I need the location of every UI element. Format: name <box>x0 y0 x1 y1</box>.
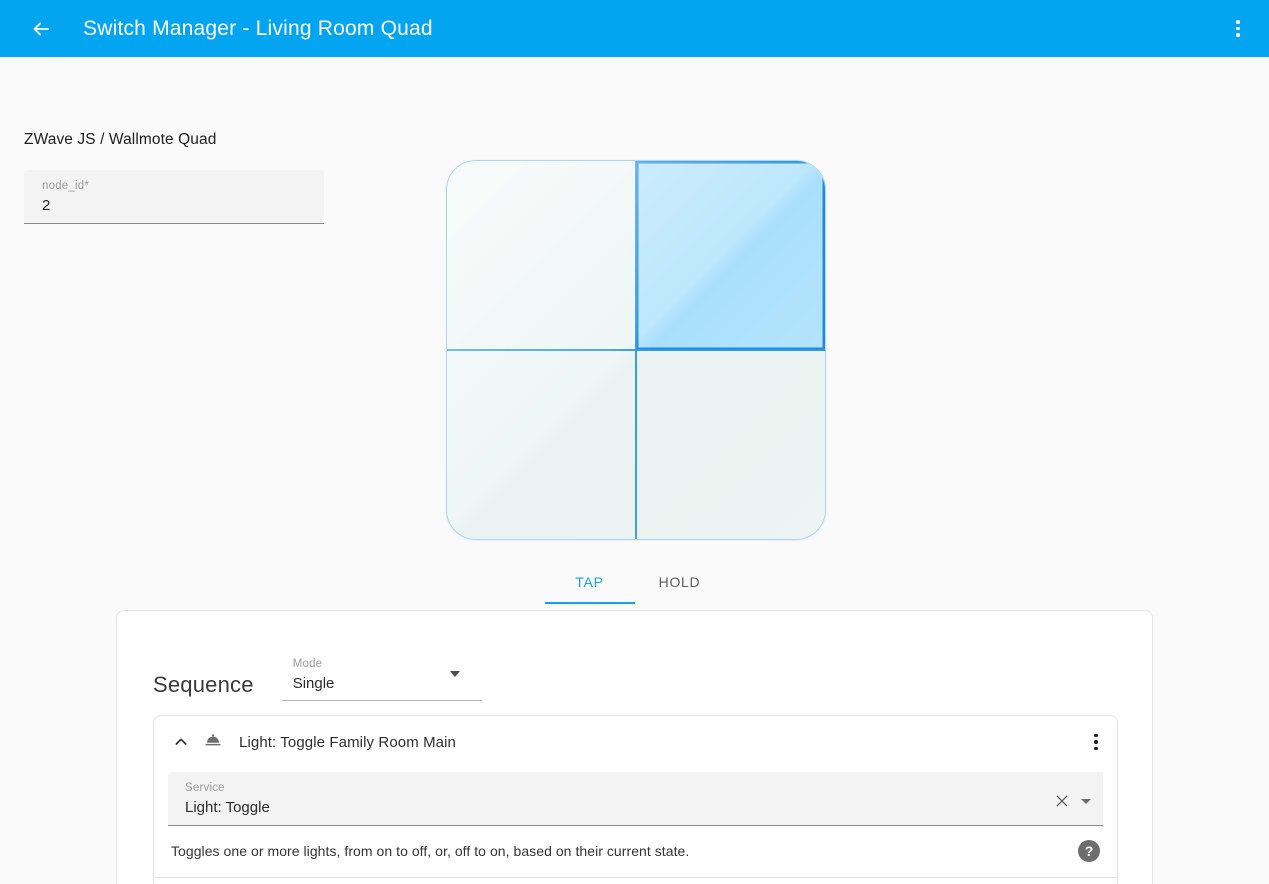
switch-body <box>446 160 826 540</box>
tab-hold[interactable]: HOLD <box>635 562 725 603</box>
node-id-label: node_id* <box>42 180 90 192</box>
action-card: Light: Toggle Family Room Main Service L… <box>153 715 1118 884</box>
mode-label: Mode <box>292 658 323 670</box>
tab-bar: TAP HOLD <box>0 562 1269 608</box>
back-arrow-icon[interactable] <box>26 14 56 44</box>
mode-select[interactable]: Mode Single <box>281 657 482 701</box>
switch-button-3[interactable] <box>447 350 636 539</box>
wallmote-quad-preview <box>446 160 826 540</box>
help-circle-icon[interactable]: ? <box>1078 840 1100 862</box>
sequence-card: Sequence Mode Single Light: Toggle Famil… <box>116 610 1153 884</box>
chevron-down-icon[interactable] <box>1081 798 1091 804</box>
targets-row: Targets Family Room Main <box>154 878 1117 884</box>
service-field[interactable]: Service Light: Toggle <box>168 772 1103 826</box>
room-service-dome-icon <box>203 732 223 752</box>
service-description-row: Toggles one or more lights, from on to o… <box>154 826 1117 878</box>
service-description: Toggles one or more lights, from on to o… <box>171 843 690 859</box>
node-id-value: 2 <box>42 197 51 214</box>
service-label: Service <box>185 782 225 794</box>
action-more-vertical-icon[interactable] <box>1083 726 1109 758</box>
sequence-header: Sequence Mode Single <box>117 611 1152 701</box>
switch-button-4[interactable] <box>636 350 825 539</box>
app-bar: Switch Manager - Living Room Quad <box>0 0 1269 57</box>
more-vertical-icon[interactable] <box>1225 13 1251 45</box>
chevron-up-icon[interactable] <box>168 729 194 755</box>
node-id-field[interactable]: node_id* 2 <box>24 170 324 224</box>
action-title: Light: Toggle Family Room Main <box>239 733 456 751</box>
breadcrumb: ZWave JS / Wallmote Quad <box>24 131 217 148</box>
page-title: Switch Manager - Living Room Quad <box>83 16 433 40</box>
switch-button-2[interactable] <box>636 161 825 350</box>
close-icon[interactable] <box>1054 793 1070 809</box>
service-value: Light: Toggle <box>185 799 270 816</box>
switch-button-1[interactable] <box>447 161 636 350</box>
chevron-down-icon[interactable] <box>449 671 460 677</box>
tab-tap[interactable]: TAP <box>544 562 635 604</box>
action-header[interactable]: Light: Toggle Family Room Main <box>154 716 1117 768</box>
sequence-title: Sequence <box>153 672 254 697</box>
page-body: ZWave JS / Wallmote Quad node_id* 2 TAP … <box>0 57 1269 884</box>
